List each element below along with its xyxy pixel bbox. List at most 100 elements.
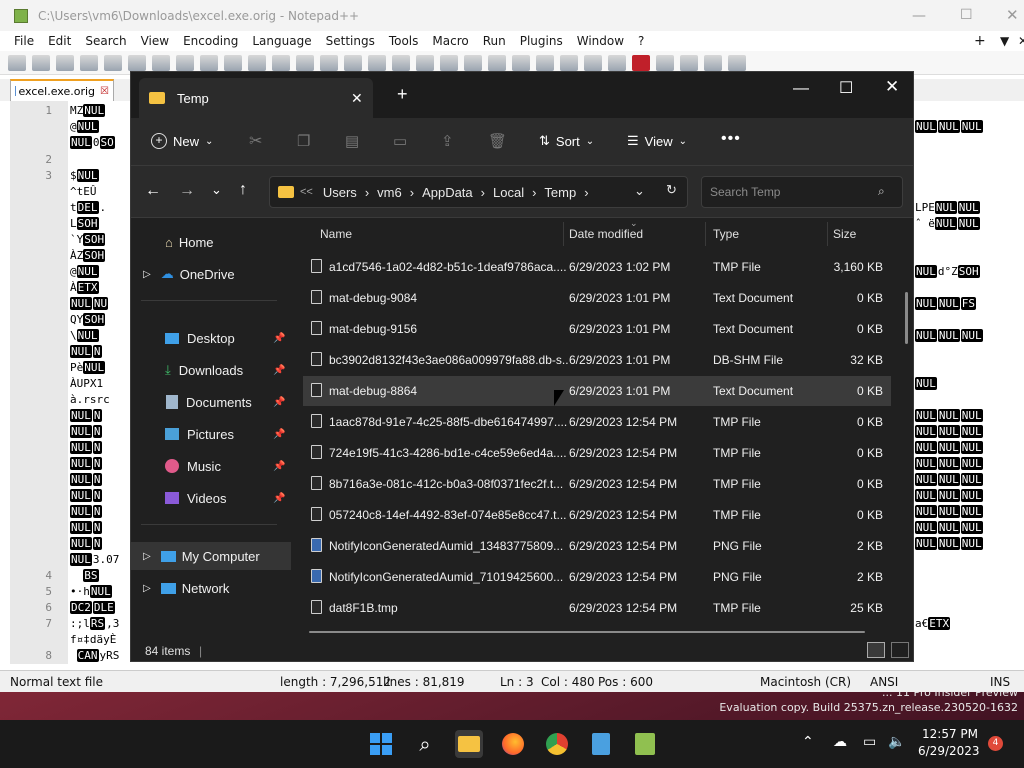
pin-icon[interactable]: 📌 bbox=[273, 493, 285, 504]
tab-close-icon[interactable]: ☒ bbox=[100, 86, 109, 97]
view-button[interactable]: ☰ View ⌄ bbox=[627, 133, 687, 149]
minimize-button[interactable]: — bbox=[793, 80, 809, 98]
pin-icon[interactable]: 📌 bbox=[273, 333, 285, 344]
status-insert-mode[interactable]: INS bbox=[990, 675, 1010, 689]
zoom-in-icon[interactable] bbox=[344, 54, 362, 71]
details-view-icon[interactable] bbox=[867, 642, 885, 658]
maximize-button[interactable]: ☐ bbox=[960, 7, 973, 23]
close-all-icon[interactable] bbox=[128, 54, 146, 71]
file-row[interactable]: mat-debug-9156 6/29/2023 1:01 PM Text Do… bbox=[303, 314, 891, 344]
status-encoding[interactable]: ANSI bbox=[870, 675, 898, 689]
taskbar-notepad[interactable] bbox=[587, 730, 615, 758]
show-all-chars-icon[interactable] bbox=[464, 54, 482, 71]
close-file-icon[interactable] bbox=[104, 54, 122, 71]
doc-map-icon[interactable] bbox=[536, 54, 554, 71]
expand-chevron-icon[interactable]: ▷ bbox=[143, 269, 151, 280]
expand-chevron-icon[interactable]: ▷ bbox=[143, 551, 151, 562]
column-header-type[interactable]: Type bbox=[713, 218, 739, 250]
menu-tools[interactable]: Tools bbox=[383, 34, 427, 48]
column-header-size[interactable]: Size bbox=[833, 218, 856, 250]
sync-h-icon[interactable] bbox=[416, 54, 434, 71]
file-row[interactable]: 8b716a3e-081c-412c-b0a3-08f0371fec2f.t..… bbox=[303, 469, 891, 499]
menu-window[interactable]: Window bbox=[571, 34, 632, 48]
file-row[interactable]: 057240c8-14ef-4492-83ef-074e85e8cc47.t..… bbox=[303, 500, 891, 530]
breadcrumb-vm6[interactable]: vm6 bbox=[377, 185, 402, 200]
open-file-icon[interactable] bbox=[32, 54, 50, 71]
copy-icon[interactable]: ❐ bbox=[297, 132, 310, 150]
new-button[interactable]: + New ⌄ bbox=[151, 133, 213, 149]
cut-icon[interactable] bbox=[176, 54, 194, 71]
forward-arrow-icon[interactable]: → bbox=[179, 182, 195, 200]
close-doc-icon[interactable]: ✕ bbox=[1012, 34, 1024, 48]
save-all-icon[interactable] bbox=[80, 54, 98, 71]
menu-run[interactable]: Run bbox=[477, 34, 514, 48]
copy-icon[interactable] bbox=[200, 54, 218, 71]
close-button[interactable]: ✕ bbox=[885, 77, 899, 97]
file-row[interactable]: NotifyIconGeneratedAumid_13483775809... … bbox=[303, 531, 891, 561]
show-hidden-icons-icon[interactable]: ⌃ bbox=[802, 734, 814, 750]
nav-item-documents[interactable]: Documents 📌 bbox=[131, 388, 291, 416]
play-macro-icon[interactable] bbox=[680, 54, 698, 71]
monitor-icon[interactable] bbox=[608, 54, 626, 71]
word-wrap-icon[interactable] bbox=[440, 54, 458, 71]
menu-search[interactable]: Search bbox=[79, 34, 134, 48]
menu-view[interactable]: View bbox=[135, 34, 177, 48]
refresh-icon[interactable]: ↻ bbox=[666, 182, 677, 198]
taskbar-notepad-plus-plus[interactable] bbox=[631, 730, 659, 758]
print-icon[interactable] bbox=[152, 54, 170, 71]
replace-icon[interactable] bbox=[320, 54, 338, 71]
nav-item-downloads[interactable]: ⤓ Downloads 📌 bbox=[131, 356, 291, 384]
file-row[interactable]: a1cd7546-1a02-4d82-b51c-1deaf9786aca....… bbox=[303, 252, 891, 282]
minimize-button[interactable]: — bbox=[912, 8, 926, 24]
folder-workspace-icon[interactable] bbox=[584, 54, 602, 71]
close-button[interactable]: ✕ bbox=[1006, 6, 1019, 24]
taskbar-firefox[interactable] bbox=[499, 730, 527, 758]
breadcrumb-local[interactable]: Local bbox=[493, 185, 524, 200]
large-icons-view-icon[interactable] bbox=[891, 642, 909, 658]
column-header-name[interactable]: Name bbox=[320, 218, 352, 250]
status-eol[interactable]: Macintosh (CR) bbox=[760, 675, 851, 689]
taskbar-file-explorer[interactable] bbox=[455, 730, 483, 758]
pin-icon[interactable]: 📌 bbox=[273, 397, 285, 408]
cloud-off-icon[interactable]: ☁ bbox=[833, 734, 847, 750]
address-history-chevron-icon[interactable]: ⌄ bbox=[634, 183, 645, 199]
save-macro-icon[interactable] bbox=[728, 54, 746, 71]
redo-icon[interactable] bbox=[272, 54, 290, 71]
notification-badge[interactable]: 4 bbox=[988, 736, 1003, 751]
find-icon[interactable] bbox=[296, 54, 314, 71]
nav-item-pictures[interactable]: Pictures 📌 bbox=[131, 420, 291, 448]
undo-icon[interactable] bbox=[248, 54, 266, 71]
breadcrumb-users[interactable]: Users bbox=[323, 185, 357, 200]
pin-icon[interactable]: 📌 bbox=[273, 365, 285, 376]
breadcrumb-temp[interactable]: Temp bbox=[544, 185, 576, 200]
column-divider[interactable] bbox=[827, 222, 828, 246]
recent-chevron-icon[interactable]: ⌄ bbox=[211, 182, 222, 198]
menu-encoding[interactable]: Encoding bbox=[177, 34, 246, 48]
file-row[interactable]: 724e19f5-41c3-4286-bd1e-c4ce59e6ed4a....… bbox=[303, 438, 891, 468]
explorer-tab-temp[interactable]: Temp ✕ bbox=[139, 78, 373, 118]
sync-v-icon[interactable] bbox=[392, 54, 410, 71]
volume-icon[interactable]: 🔈 bbox=[888, 734, 905, 750]
clock-time[interactable]: 12:57 PM bbox=[918, 727, 978, 741]
column-divider[interactable] bbox=[705, 222, 706, 246]
add-tab-icon[interactable]: + bbox=[968, 33, 994, 49]
network-status-icon[interactable]: ▭ bbox=[863, 734, 876, 750]
address-box[interactable]: << Users › vm6 › AppData › Local › Temp … bbox=[269, 176, 688, 208]
nav-item-videos[interactable]: Videos 📌 bbox=[131, 484, 291, 512]
nav-item-my-computer[interactable]: ▷ My Computer bbox=[131, 542, 291, 570]
paste-icon[interactable]: ▤ bbox=[345, 132, 359, 150]
search-input[interactable]: Search Temp ⌕ bbox=[701, 176, 903, 208]
breadcrumb-appdata[interactable]: AppData bbox=[422, 185, 473, 200]
menu-language[interactable]: Language bbox=[246, 34, 319, 48]
file-row[interactable]: bc3902d8132f43e3ae086a009979fa88.db-s...… bbox=[303, 345, 891, 375]
pin-icon[interactable]: 📌 bbox=[273, 429, 285, 440]
menu-plugins[interactable]: Plugins bbox=[514, 34, 571, 48]
lang-icon[interactable] bbox=[512, 54, 530, 71]
nav-item-home[interactable]: ⌂ Home bbox=[131, 228, 291, 256]
up-arrow-icon[interactable]: ↑ bbox=[239, 181, 247, 199]
menu-settings[interactable]: Settings bbox=[320, 34, 383, 48]
record-macro-icon[interactable] bbox=[632, 54, 650, 71]
file-row[interactable]: NotifyIconGeneratedAumid_71019425600... … bbox=[303, 562, 891, 592]
rename-icon[interactable]: ▭ bbox=[393, 132, 407, 150]
cut-icon[interactable]: ✂ bbox=[249, 131, 262, 151]
